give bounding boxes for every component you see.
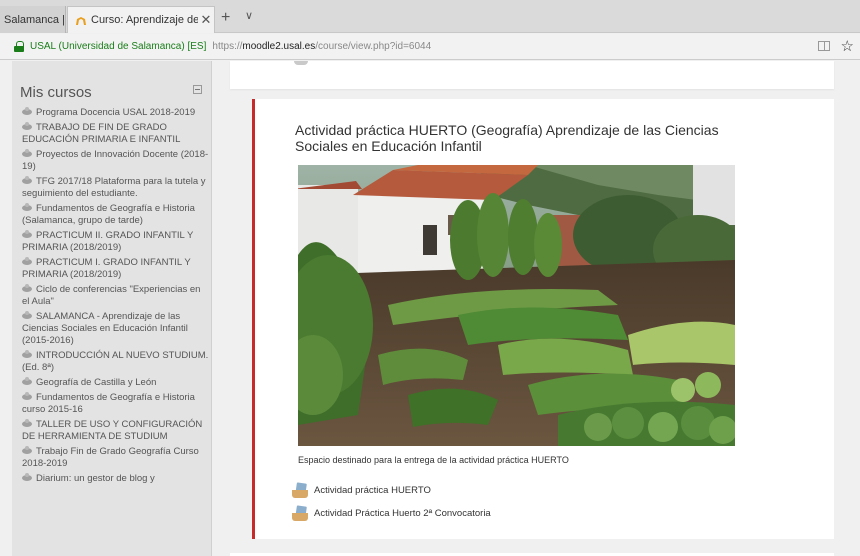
moodle-favicon-icon [76, 15, 86, 25]
section-summary: Espacio destinado para la entrega de la … [298, 455, 569, 465]
course-link[interactable]: INTRODUCCIÓN AL NUEVO STUDIUM. (Ed. 8ª) [22, 350, 209, 374]
course-icon [22, 350, 32, 359]
activity-link-huerto-2[interactable]: Actividad Práctica Huerto 2ª Convocatori… [292, 505, 491, 521]
lock-icon [14, 41, 24, 52]
url-host: moodle2.usal.es [242, 41, 316, 52]
course-link[interactable]: SALAMANCA - Aprendizaje de las Ciencias … [22, 311, 209, 347]
course-icon [22, 419, 32, 428]
course-name: INTRODUCCIÓN AL NUEVO STUDIUM. (Ed. 8ª) [22, 350, 209, 373]
tab-label: Curso: Aprendizaje de la [91, 14, 198, 26]
course-list: Programa Docencia USAL 2018-2019 TRABAJO… [12, 107, 211, 485]
course-name: Ciclo de conferencias "Experiencias en e… [22, 284, 201, 307]
course-icon [22, 446, 32, 455]
course-link[interactable]: PRACTICUM I. GRADO INFANTIL Y PRIMARIA (… [22, 257, 209, 281]
collapse-block-icon[interactable] [193, 85, 202, 94]
course-section-huerto: Actividad práctica HUERTO (Geografía) Ap… [252, 99, 834, 539]
tab-label: Salamanca | [4, 13, 65, 26]
previous-section-card [230, 61, 834, 89]
course-icon [22, 392, 32, 401]
url-path: /course/view.php?id=6044 [315, 41, 432, 52]
course-icon [22, 377, 32, 386]
site-identity[interactable]: USAL (Universidad de Salamanca) [ES] [30, 41, 206, 52]
course-link[interactable]: Fundamentos de Geografía e Historia (Sal… [22, 203, 209, 227]
course-link[interactable]: Geografía de Castilla y León [22, 377, 209, 389]
assignment-icon [292, 482, 308, 498]
new-tab-button[interactable]: + [221, 9, 230, 27]
url-text[interactable]: https://moodle2.usal.es/course/view.php?… [212, 41, 431, 52]
activity-label: Actividad Práctica Huerto 2ª Convocatori… [314, 507, 491, 519]
section-marker [294, 61, 308, 65]
browser-tab-salamanca[interactable]: Salamanca | [0, 6, 66, 33]
course-icon [22, 230, 32, 239]
tab-list-chevron-icon[interactable]: ∨ [245, 9, 253, 22]
course-name: Programa Docencia USAL 2018-2019 [36, 107, 196, 118]
course-name: Fundamentos de Geografía e Historia curs… [22, 392, 195, 415]
browser-tab-course[interactable]: Curso: Aprendizaje de la ✕ [67, 6, 215, 33]
course-content: Actividad práctica HUERTO (Geografía) Ap… [212, 61, 860, 556]
favorite-star-icon[interactable]: ☆ [841, 37, 854, 55]
course-link[interactable]: TRABAJO DE FIN DE GRADO EDUCACIÓN PRIMAR… [22, 122, 209, 146]
address-bar[interactable]: USAL (Universidad de Salamanca) [ES] htt… [0, 34, 860, 60]
course-name: TRABAJO DE FIN DE GRADO EDUCACIÓN PRIMAR… [22, 122, 181, 145]
course-link[interactable]: Fundamentos de Geografía e Historia curs… [22, 392, 209, 416]
browser-tab-strip: Salamanca | Curso: Aprendizaje de la ✕ +… [0, 0, 860, 33]
course-link[interactable]: TFG 2017/18 Plataforma para la tutela y … [22, 176, 209, 200]
course-link[interactable]: Ciclo de conferencias "Experiencias en e… [22, 284, 209, 308]
reading-view-icon[interactable] [818, 41, 830, 51]
course-name: PRACTICUM I. GRADO INFANTIL Y PRIMARIA (… [22, 257, 191, 280]
url-prefix: https:// [212, 41, 243, 52]
course-name: Fundamentos de Geografía e Historia (Sal… [22, 203, 195, 226]
course-link[interactable]: TALLER DE USO Y CONFIGURACIÓN DE HERRAMI… [22, 419, 209, 443]
course-name: SALAMANCA - Aprendizaje de las Ciencias … [22, 311, 188, 346]
course-link[interactable]: PRACTICUM II. GRADO INFANTIL Y PRIMARIA … [22, 230, 209, 254]
course-name: TFG 2017/18 Plataforma para la tutela y … [22, 176, 206, 199]
course-icon [22, 149, 32, 158]
course-name: Diarium: un gestor de blog y [36, 473, 155, 484]
garden-photo-image [298, 165, 735, 446]
activity-link-huerto[interactable]: Actividad práctica HUERTO [292, 482, 431, 498]
garden-photo [298, 165, 735, 446]
course-link[interactable]: Programa Docencia USAL 2018-2019 [22, 107, 209, 119]
my-courses-block: Mis cursos Programa Docencia USAL 2018-2… [12, 61, 212, 556]
course-link[interactable]: Proyectos de Innovación Docente (2018-19… [22, 149, 209, 173]
course-icon [22, 176, 32, 185]
activity-label: Actividad práctica HUERTO [314, 484, 431, 496]
course-icon [22, 311, 32, 320]
course-name: Trabajo Fin de Grado Geografía Curso 201… [22, 446, 199, 469]
course-name: Geografía de Castilla y León [36, 377, 157, 388]
course-name: Proyectos de Innovación Docente (2018-19… [22, 149, 209, 172]
block-header: Mis cursos [12, 61, 211, 107]
course-icon [22, 257, 32, 266]
course-icon [22, 122, 32, 131]
section-title: Actividad práctica HUERTO (Geografía) Ap… [295, 122, 719, 154]
course-link[interactable]: Trabajo Fin de Grado Geografía Curso 201… [22, 446, 209, 470]
course-link[interactable]: Diarium: un gestor de blog y [22, 473, 209, 485]
course-name: PRACTICUM II. GRADO INFANTIL Y PRIMARIA … [22, 230, 194, 253]
assignment-icon [292, 505, 308, 521]
course-icon [22, 203, 32, 212]
course-name: TALLER DE USO Y CONFIGURACIÓN DE HERRAMI… [22, 419, 203, 442]
close-tab-icon[interactable]: ✕ [198, 12, 214, 28]
block-title: Mis cursos [20, 84, 92, 101]
course-icon [22, 473, 32, 482]
course-icon [22, 107, 32, 116]
course-icon [22, 284, 32, 293]
